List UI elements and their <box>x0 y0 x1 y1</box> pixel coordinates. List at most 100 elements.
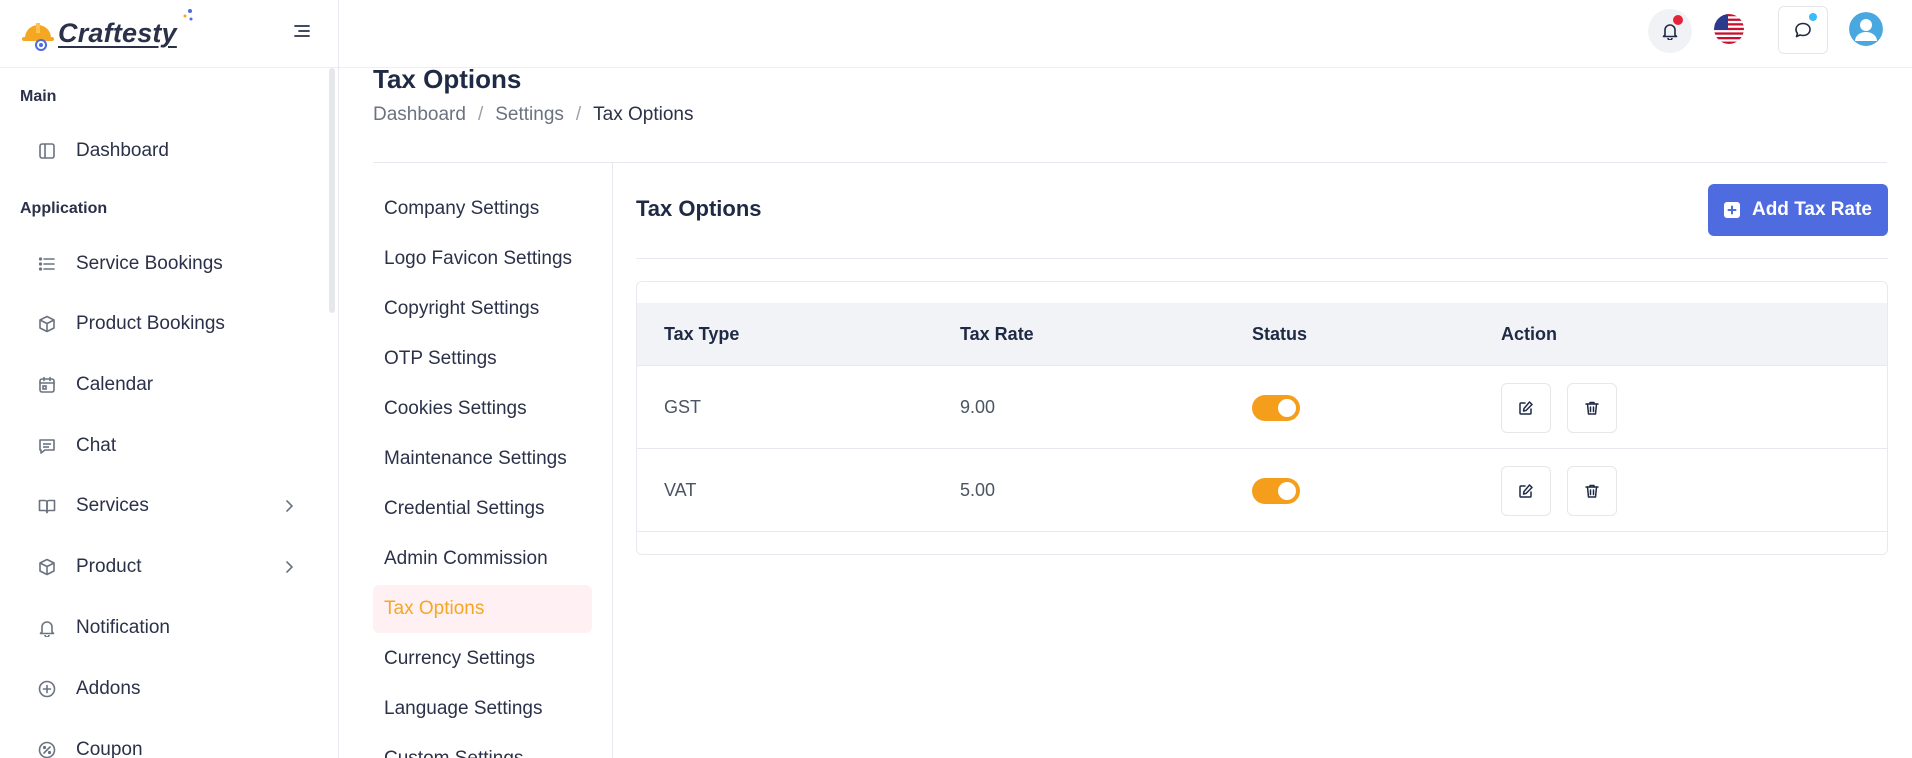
add-tax-rate-button[interactable]: Add Tax Rate <box>1708 184 1888 236</box>
user-avatar[interactable] <box>1849 12 1883 46</box>
breadcrumb-settings[interactable]: Settings <box>495 104 564 126</box>
content-title: Tax Options <box>636 196 762 221</box>
sidebar-item-label: Dashboard <box>76 140 169 161</box>
sidebar-item-label: Service Bookings <box>76 253 223 274</box>
settings-item-language[interactable]: Language Settings <box>373 685 592 733</box>
status-toggle[interactable] <box>1252 395 1300 421</box>
settings-item-copyright[interactable]: Copyright Settings <box>373 285 592 333</box>
sidebar-item-label: Calendar <box>76 374 154 395</box>
sidebar-item-label: Notification <box>76 617 170 638</box>
sidebar-item-label: Product <box>76 556 142 577</box>
us-flag-icon <box>1714 14 1744 44</box>
settings-item-maintenance[interactable]: Maintenance Settings <box>373 435 592 483</box>
sidebar-section-application: Application <box>20 200 108 217</box>
delete-button[interactable] <box>1567 383 1617 433</box>
sidebar-item-label: Chat <box>76 435 117 456</box>
tax-rate-cell: 9.00 <box>960 397 996 417</box>
table-row: GST 9.00 <box>637 365 1887 448</box>
plus-square-icon <box>1723 202 1740 218</box>
message-icon <box>30 429 64 463</box>
settings-item-tax-options[interactable]: Tax Options <box>373 585 592 633</box>
brand[interactable]: Craftesty <box>0 0 338 68</box>
sparkle-icon <box>183 9 193 21</box>
settings-item-credential[interactable]: Credential Settings <box>373 485 592 533</box>
breadcrumb-current: Tax Options <box>593 104 694 125</box>
trash-icon <box>1585 484 1599 498</box>
tax-rate-cell: 5.00 <box>960 480 996 500</box>
user-avatar-icon <box>1849 12 1883 46</box>
sidebar-item-product[interactable]: Product <box>30 549 310 585</box>
edit-icon <box>1519 401 1533 415</box>
table-row: VAT 5.00 <box>637 448 1887 531</box>
column-header-tax-rate[interactable]: Tax Rate <box>960 324 1034 345</box>
breadcrumb: Dashboard / Settings / Tax Options <box>373 104 694 126</box>
tax-type-cell: VAT <box>664 480 697 500</box>
brand-name: Craftesty <box>58 18 177 48</box>
sidebar-menu: Main Dashboard Application Service Booki… <box>0 68 339 758</box>
sidebar-item-label: Services <box>76 495 149 516</box>
topbar <box>339 0 1912 68</box>
messages-badge <box>1809 13 1817 21</box>
menu-toggle-icon[interactable] <box>292 21 312 41</box>
table-header: Tax Type Tax Rate Status Action <box>637 303 1887 365</box>
percent-icon <box>30 733 64 758</box>
sidebar-item-label: Coupon <box>76 739 143 758</box>
chat-icon <box>1795 22 1811 38</box>
sidebar-scrollbar[interactable] <box>329 68 335 313</box>
sidebar-item-product-bookings[interactable]: Product Bookings <box>30 306 310 342</box>
page-title: Tax Options <box>373 64 522 94</box>
book-icon <box>30 489 64 523</box>
bell-icon <box>30 611 64 645</box>
calendar-icon <box>30 368 64 402</box>
messages-button[interactable] <box>1778 6 1828 54</box>
toggle-knob <box>1278 399 1296 417</box>
settings-item-cookies[interactable]: Cookies Settings <box>373 385 592 433</box>
settings-item-logo-favicon[interactable]: Logo Favicon Settings <box>373 235 592 283</box>
settings-item-admin-commission[interactable]: Admin Commission <box>373 535 592 583</box>
sidebar-section-main: Main <box>20 88 57 105</box>
chevron-right-icon <box>280 558 298 576</box>
column-header-action: Action <box>1501 324 1557 344</box>
edit-icon <box>1519 484 1533 498</box>
tax-type-cell: GST <box>664 397 702 417</box>
sidebar-item-calendar[interactable]: Calendar <box>30 367 310 403</box>
sidebar-item-addons[interactable]: Addons <box>30 671 310 707</box>
tax-table: Tax Type Tax Rate Status Action GST 9.00… <box>636 281 1888 555</box>
settings-item-otp[interactable]: OTP Settings <box>373 335 592 383</box>
breadcrumb-dashboard[interactable]: Dashboard <box>373 104 466 126</box>
breadcrumb-separator: / <box>575 104 582 125</box>
divider <box>636 258 1888 259</box>
sidebar-item-label: Addons <box>76 678 141 699</box>
sidebar-item-services[interactable]: Services <box>30 488 310 524</box>
box-icon <box>30 550 64 584</box>
box-icon <box>30 307 64 341</box>
sidebar-item-coupon[interactable]: Coupon <box>30 732 310 758</box>
chevron-right-icon <box>280 497 298 515</box>
hardhat-logo-icon <box>20 16 56 52</box>
sidebar-item-notification[interactable]: Notification <box>30 610 310 646</box>
add-tax-rate-label: Add Tax Rate <box>1751 199 1872 220</box>
layout-icon <box>30 134 64 168</box>
settings-item-company[interactable]: Company Settings <box>373 185 592 233</box>
delete-button[interactable] <box>1567 466 1617 516</box>
notification-badge <box>1673 15 1683 25</box>
settings-item-currency[interactable]: Currency Settings <box>373 635 592 683</box>
settings-item-custom[interactable]: Custom Settings <box>373 735 592 758</box>
sidebar-item-label: Product Bookings <box>76 313 225 334</box>
sidebar-item-dashboard[interactable]: Dashboard <box>30 133 310 169</box>
sidebar-item-chat[interactable]: Chat <box>30 428 310 464</box>
divider <box>637 531 1887 532</box>
language-button[interactable] <box>1714 14 1744 44</box>
breadcrumb-separator: / <box>477 104 484 125</box>
status-toggle[interactable] <box>1252 478 1300 504</box>
edit-button[interactable] <box>1501 383 1551 433</box>
trash-icon <box>1585 401 1599 415</box>
column-header-status[interactable]: Status <box>1252 324 1307 345</box>
notification-button[interactable] <box>1648 9 1692 53</box>
list-icon <box>30 247 64 281</box>
settings-menu: Company Settings Logo Favicon Settings C… <box>373 163 613 758</box>
toggle-knob <box>1278 482 1296 500</box>
edit-button[interactable] <box>1501 466 1551 516</box>
sidebar-item-service-bookings[interactable]: Service Bookings <box>30 246 310 282</box>
column-header-tax-type[interactable]: Tax Type <box>664 324 739 345</box>
